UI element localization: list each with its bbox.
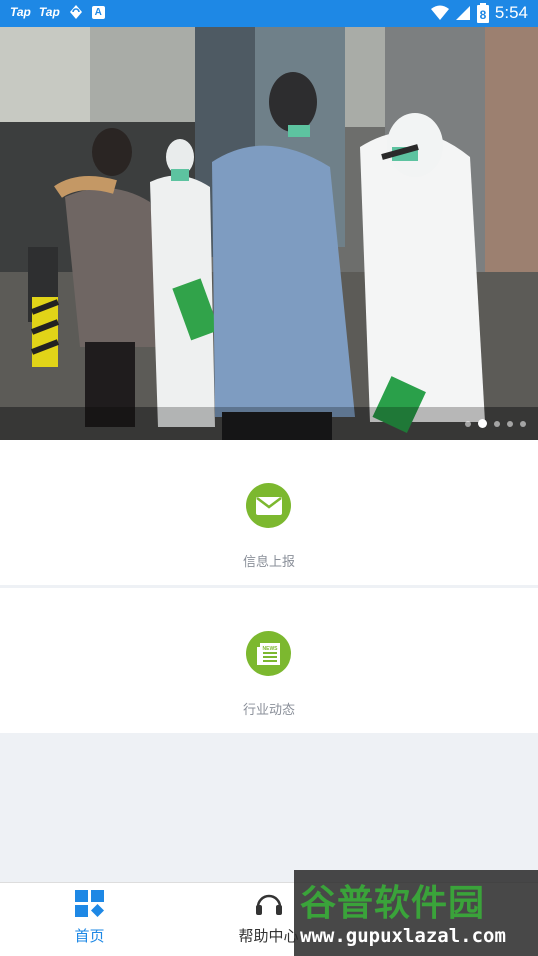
watermark-logo: 谷普软件园 www.gupuxlazal.com [294, 870, 538, 956]
carousel-dot[interactable] [494, 420, 500, 427]
watermark-title: 谷普软件园 [300, 883, 486, 924]
nav-home-label: 首页 [74, 927, 105, 945]
wifi-icon [430, 5, 449, 20]
battery-icon: 8 [476, 3, 489, 23]
carousel-dot[interactable] [520, 420, 526, 427]
carousel-dot[interactable] [465, 420, 471, 427]
carousel-dot[interactable] [507, 420, 513, 427]
news-icon-text: NEWS [262, 646, 278, 652]
nav-home[interactable]: 首页 [0, 883, 179, 956]
a-notification-icon: A [91, 5, 105, 19]
signal-icon [455, 6, 470, 20]
home-grid-icon [75, 890, 104, 917]
sync-icon [69, 5, 82, 19]
status-left: Tap Tap A [10, 4, 105, 20]
status-time: 5:54 [494, 3, 528, 22]
envelope-icon [246, 483, 291, 528]
carousel-dots [465, 419, 526, 428]
menu-industry-news[interactable]: NEWS 行业动态 [0, 588, 538, 733]
tap-badge-2: Tap [38, 5, 60, 19]
menu-info-report[interactable]: 信息上报 [0, 440, 538, 585]
headset-icon [256, 894, 282, 915]
menu-info-report-label: 信息上报 [242, 555, 295, 570]
battery-digit: 8 [480, 8, 487, 22]
tap-badge-1: Tap [10, 5, 31, 19]
banner-carousel[interactable] [0, 27, 538, 440]
news-icon: NEWS [246, 631, 291, 676]
banner-image [0, 27, 538, 440]
menu-industry-news-label: 行业动态 [242, 703, 295, 718]
carousel-dot[interactable] [478, 419, 487, 428]
watermark-url: www.gupuxlazal.com [300, 925, 506, 947]
status-bar: Tap Tap A 8 5:54 [0, 0, 538, 27]
status-right: 8 5:54 [430, 3, 528, 23]
